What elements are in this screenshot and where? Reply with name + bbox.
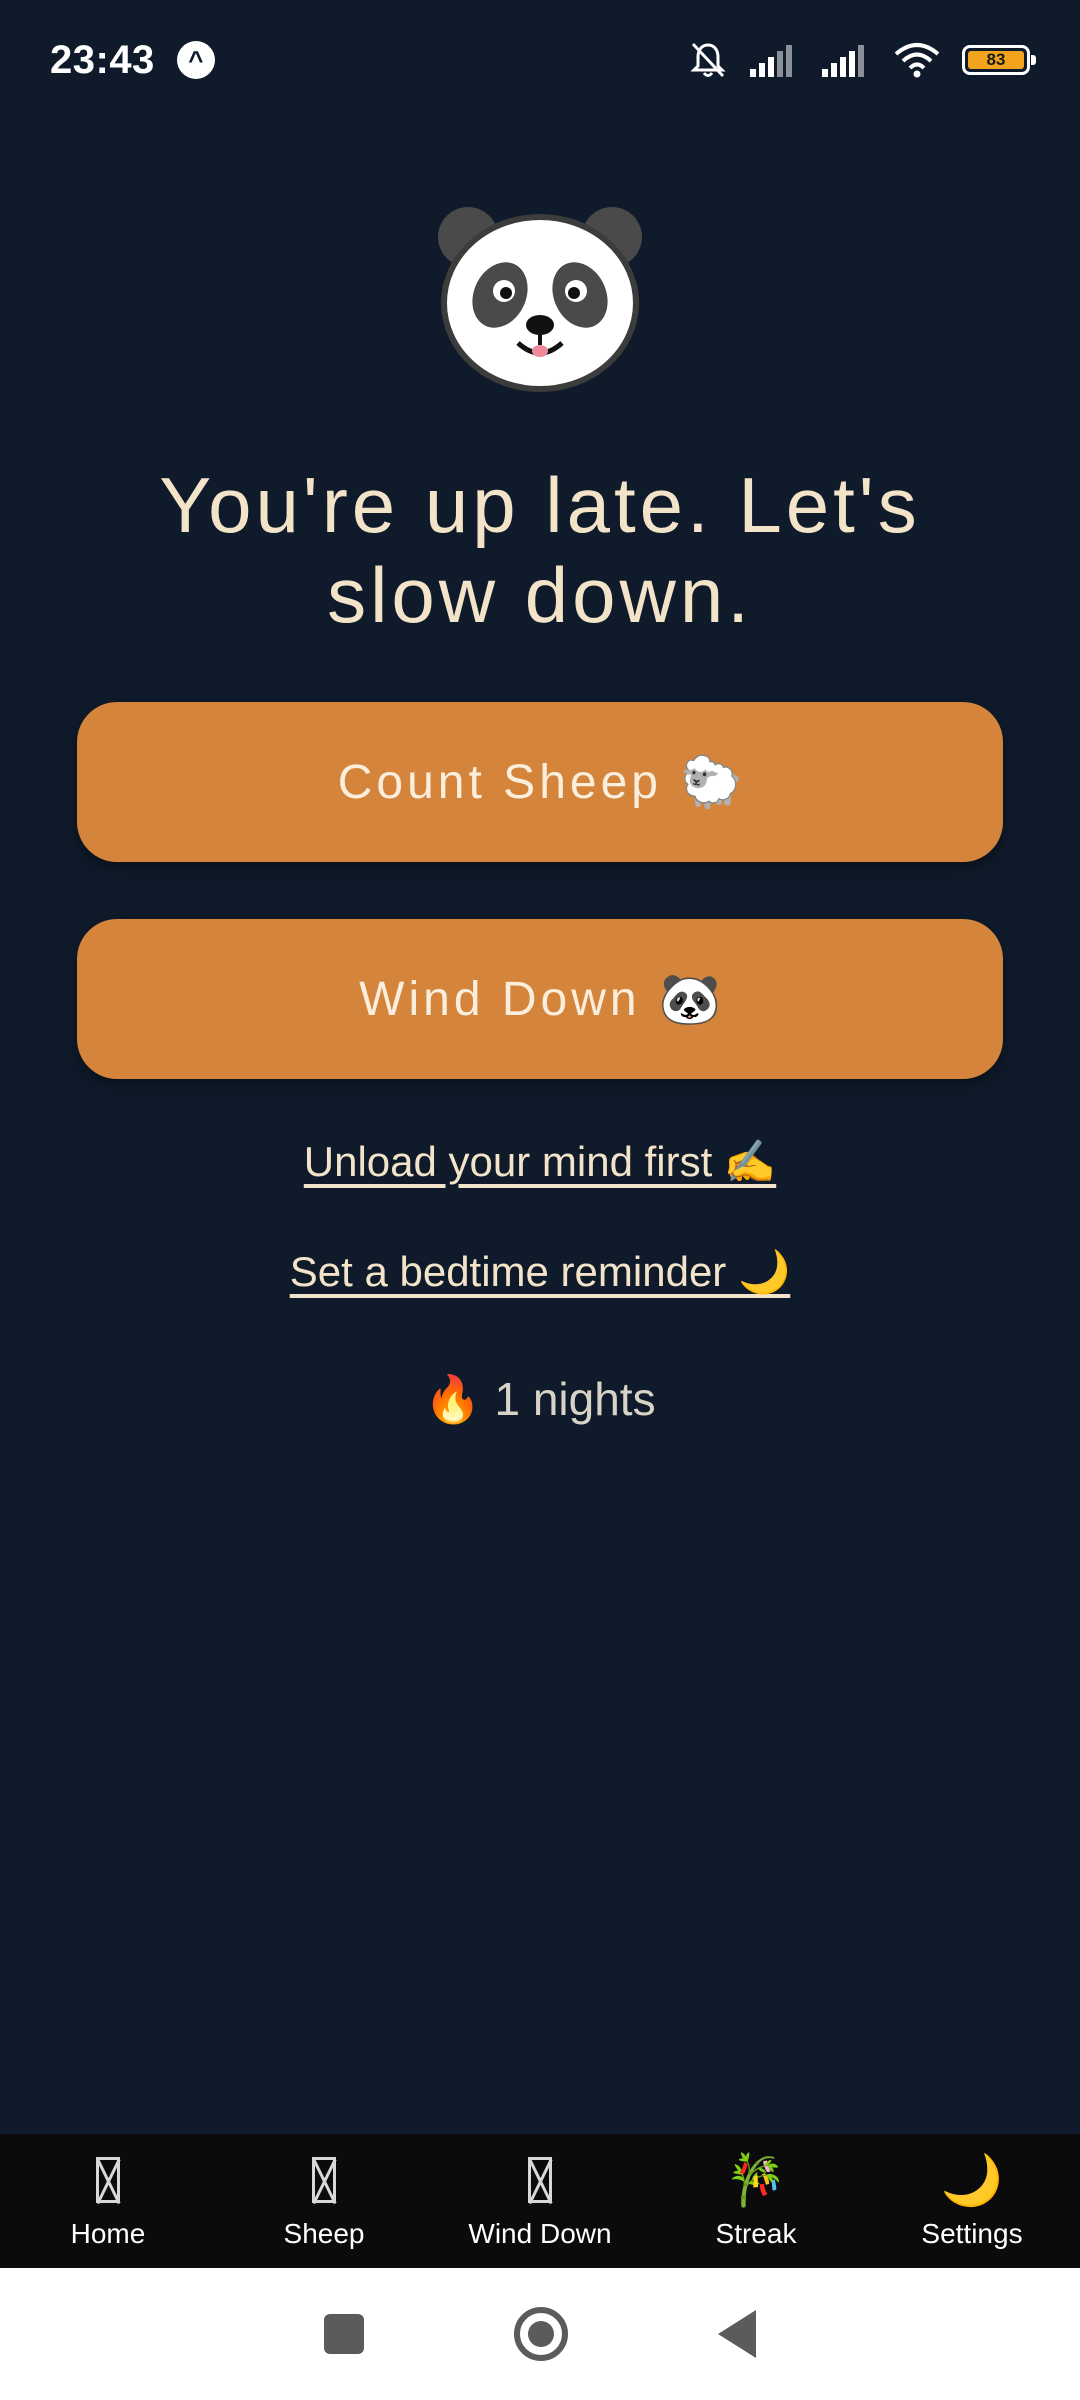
missing-glyph-icon <box>312 2152 336 2208</box>
tab-label: Settings <box>921 2218 1023 2249</box>
status-time: 23:43 <box>50 37 155 82</box>
recent-apps-icon[interactable] <box>324 2314 364 2354</box>
tab-label: Wind Down <box>468 2218 612 2249</box>
streak-counter: 🔥 1 nights <box>0 1372 1080 1427</box>
tab-sheep[interactable]: Sheep <box>216 2134 432 2268</box>
sheep-icon: 🐑 <box>679 753 743 810</box>
app-notification-icon: ^ <box>176 41 215 79</box>
signal-icon <box>750 43 800 77</box>
system-navigation-bar <box>0 2268 1080 2400</box>
unload-mind-link[interactable]: Unload your mind first ✍️ <box>0 1138 1080 1187</box>
count-sheep-label: Count Sheep <box>337 755 662 809</box>
bell-muted-icon <box>688 40 728 80</box>
wind-down-button[interactable]: Wind Down 🐼 <box>77 919 1003 1079</box>
count-sheep-button[interactable]: Count Sheep 🐑 <box>77 702 1003 862</box>
status-left: 23:43 ^ <box>50 38 215 83</box>
missing-glyph-icon <box>96 2152 120 2208</box>
wifi-icon <box>894 42 940 78</box>
panda-icon: 🐼 <box>658 970 721 1027</box>
back-nav-icon[interactable] <box>718 2310 756 2358</box>
status-bar: 23:43 ^ 83 <box>0 0 1080 120</box>
tab-settings[interactable]: 🌙 Settings <box>864 2134 1080 2268</box>
page-title: You're up late. Let's slow down. <box>159 461 921 639</box>
tab-wind-down[interactable]: Wind Down <box>432 2134 648 2268</box>
battery-icon: 83 <box>962 45 1036 75</box>
app-screen: 23:43 ^ 83 You're up late. Let's slow do… <box>0 0 1080 2400</box>
fire-icon: 🔥 <box>424 1373 482 1425</box>
wind-down-label: Wind Down <box>359 972 641 1026</box>
bottom-tab-bar: Home Sheep Wind Down 🎋 Streak 🌙 Settings <box>0 2134 1080 2268</box>
tab-home[interactable]: Home <box>0 2134 216 2268</box>
panda-face-icon <box>430 195 650 395</box>
tab-label: Home <box>70 2218 146 2249</box>
streak-count-text: 1 nights <box>494 1373 656 1425</box>
bamboo-icon: 🎋 <box>724 2152 788 2208</box>
tab-label: Streak <box>715 2218 797 2249</box>
tab-label: Sheep <box>283 2218 365 2249</box>
missing-glyph-icon <box>528 2152 552 2208</box>
status-right: 83 <box>688 40 1036 80</box>
home-nav-icon[interactable] <box>514 2307 568 2361</box>
battery-level: 83 <box>968 50 1024 69</box>
crescent-moon-icon: 🌙 <box>940 2152 1004 2208</box>
tab-streak[interactable]: 🎋 Streak <box>648 2134 864 2268</box>
signal-icon <box>822 43 872 77</box>
bedtime-reminder-link[interactable]: Set a bedtime reminder 🌙 <box>0 1248 1080 1297</box>
